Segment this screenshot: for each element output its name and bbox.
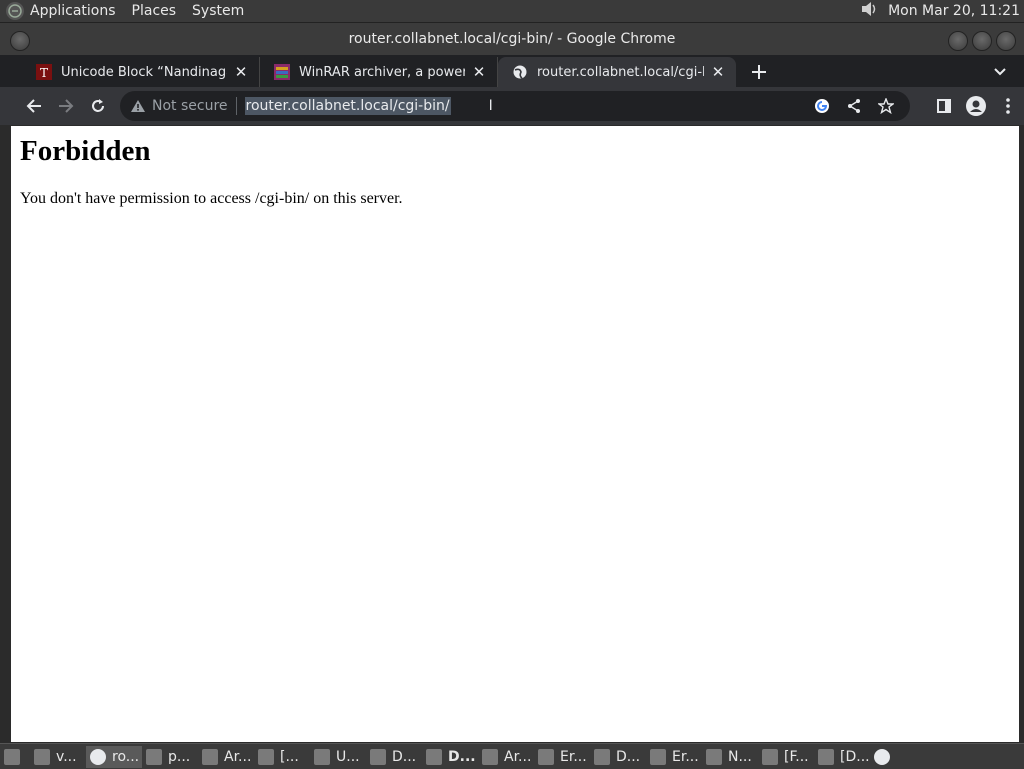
new-tab-button[interactable] <box>744 57 774 87</box>
security-label[interactable]: Not secure <box>152 98 228 114</box>
winrar-favicon-icon <box>274 64 290 80</box>
unicode-favicon-icon: T <box>36 64 52 80</box>
close-tab-icon[interactable]: ✕ <box>471 63 487 81</box>
taskbar-item[interactable]: D... <box>590 746 646 768</box>
window-left-edge <box>0 126 11 742</box>
system-menu[interactable]: System <box>192 3 244 19</box>
taskbar-item[interactable]: D... <box>422 746 478 768</box>
taskbar-item[interactable]: ro... <box>86 745 142 768</box>
app-icon <box>146 748 162 765</box>
desktop-icon <box>4 748 20 765</box>
page-heading: Forbidden <box>20 135 151 167</box>
app-icon <box>202 748 218 765</box>
taskbar-item[interactable]: N... <box>702 746 758 768</box>
tab-title: Unicode Block “Nandinagari” <box>61 64 227 80</box>
google-lens-icon[interactable] <box>806 98 838 114</box>
tab-strip: T Unicode Block “Nandinagari” ✕ WinRAR a… <box>0 55 1024 87</box>
app-icon <box>762 748 778 765</box>
taskbar-item[interactable]: [F... <box>758 746 814 768</box>
document-icon <box>258 748 274 765</box>
bookmark-star-icon[interactable] <box>870 98 902 114</box>
speaker-icon[interactable] <box>860 0 880 22</box>
document-icon <box>314 748 330 765</box>
tab-winrar[interactable]: WinRAR archiver, a powerful t ✕ <box>260 57 498 87</box>
folder-icon <box>426 748 442 765</box>
chrome-launcher[interactable] <box>870 746 896 768</box>
system-top-panel: Applications Places System Mon Mar 20, 1… <box>0 0 1024 23</box>
window-titlebar[interactable]: router.collabnet.local/cgi-bin/ - Google… <box>0 23 1024 55</box>
window-menu-button[interactable] <box>10 31 30 51</box>
taskbar-item[interactable]: [... <box>254 746 310 768</box>
app-icon <box>650 748 666 765</box>
address-bar[interactable]: Not secure router.collabnet.local/cgi-bi… <box>120 91 910 121</box>
close-tab-icon[interactable]: ✕ <box>710 63 726 81</box>
chevron-down-icon <box>994 68 1006 76</box>
svg-text:T: T <box>40 66 48 80</box>
globe-icon <box>512 64 528 80</box>
folder-icon <box>594 748 610 765</box>
divider <box>235 97 237 115</box>
folder-icon <box>818 748 834 765</box>
close-tab-icon[interactable]: ✕ <box>233 63 249 81</box>
taskbar-item[interactable]: Er... <box>534 746 590 768</box>
places-menu[interactable]: Places <box>132 3 177 19</box>
tab-router[interactable]: router.collabnet.local/cgi-bin/ ✕ <box>498 57 736 87</box>
window-title: router.collabnet.local/cgi-bin/ - Google… <box>348 31 676 47</box>
warning-icon[interactable] <box>130 98 146 114</box>
taskbar-item[interactable]: Ar... <box>198 746 254 768</box>
forward-arrow-icon <box>59 99 74 113</box>
clock[interactable]: Mon Mar 20, 11:21 <box>888 3 1020 19</box>
profile-avatar-icon[interactable] <box>960 96 992 116</box>
url-text[interactable]: router.collabnet.local/cgi-bin/ <box>244 97 451 115</box>
show-desktop-button[interactable] <box>0 746 30 768</box>
taskbar-item[interactable]: [D... <box>814 746 870 768</box>
reload-button[interactable] <box>82 90 114 122</box>
app-icon <box>482 748 498 765</box>
taskbar-item[interactable]: Ar... <box>478 746 534 768</box>
tab-title: router.collabnet.local/cgi-bin/ <box>537 64 704 80</box>
close-window-button[interactable] <box>996 31 1016 51</box>
applications-menu[interactable]: Applications <box>30 3 116 19</box>
page-content: Forbidden You don't have permission to a… <box>11 126 1019 742</box>
folder-icon <box>370 748 386 765</box>
chrome-icon <box>90 748 106 765</box>
text-cursor-icon: I <box>488 98 493 114</box>
tab-unicode[interactable]: T Unicode Block “Nandinagari” ✕ <box>22 57 260 87</box>
taskbar-item[interactable]: v... <box>30 746 86 768</box>
taskbar-item[interactable]: p... <box>142 746 198 768</box>
app-icon <box>706 748 722 765</box>
kebab-menu-icon[interactable] <box>992 98 1024 114</box>
back-button[interactable] <box>18 90 50 122</box>
taskbar: v... ro... p... Ar... [... U... D... D..… <box>0 743 1024 769</box>
side-panel-icon[interactable] <box>928 98 960 114</box>
terminal-icon <box>34 748 50 765</box>
forward-button[interactable] <box>50 90 82 122</box>
page-message: You don't have permission to access /cgi… <box>20 190 403 207</box>
chrome-icon <box>874 748 890 765</box>
plus-icon <box>752 65 766 79</box>
taskbar-item[interactable]: Er... <box>646 746 702 768</box>
share-icon[interactable] <box>838 98 870 114</box>
reload-icon <box>92 99 104 112</box>
tab-title: WinRAR archiver, a powerful t <box>299 64 465 80</box>
distro-logo-icon[interactable] <box>6 2 24 20</box>
browser-toolbar: Not secure router.collabnet.local/cgi-bi… <box>0 87 1024 125</box>
taskbar-item[interactable]: U... <box>310 746 366 768</box>
minimize-button[interactable] <box>948 31 968 51</box>
app-icon <box>538 748 554 765</box>
back-arrow-icon <box>26 99 41 113</box>
tab-search-button[interactable] <box>994 57 1006 87</box>
taskbar-item[interactable]: D... <box>366 746 422 768</box>
maximize-button[interactable] <box>972 31 992 51</box>
